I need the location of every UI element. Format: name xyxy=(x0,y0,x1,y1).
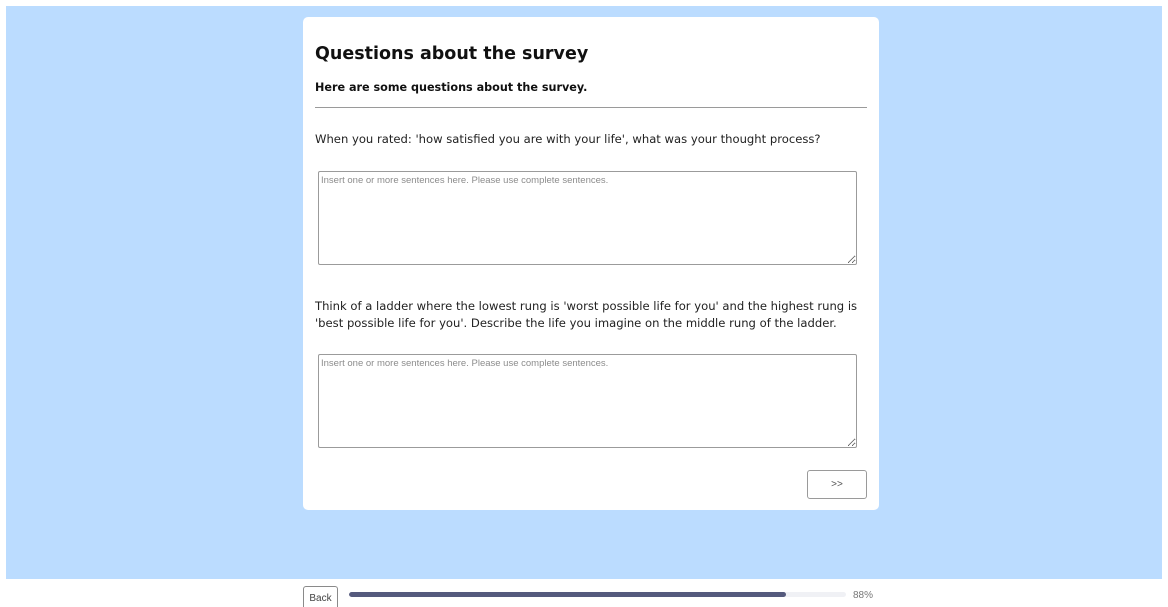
question-2-answer-input[interactable] xyxy=(318,354,857,448)
survey-card: Questions about the survey Here are some… xyxy=(303,17,879,510)
question-1-answer-input[interactable] xyxy=(318,171,857,265)
progress-bar xyxy=(349,592,846,597)
page-title: Questions about the survey xyxy=(315,44,589,64)
divider xyxy=(315,107,867,108)
progress-percent: 88% xyxy=(853,590,874,601)
question-1-text: When you rated: 'how satisfied you are w… xyxy=(315,132,821,146)
page-subtitle: Here are some questions about the survey… xyxy=(315,81,588,94)
next-button[interactable]: >> xyxy=(807,470,867,499)
question-2-text: Think of a ladder where the lowest rung … xyxy=(315,299,858,330)
back-button[interactable]: Back xyxy=(303,586,338,607)
progress-bar-fill xyxy=(349,592,787,597)
